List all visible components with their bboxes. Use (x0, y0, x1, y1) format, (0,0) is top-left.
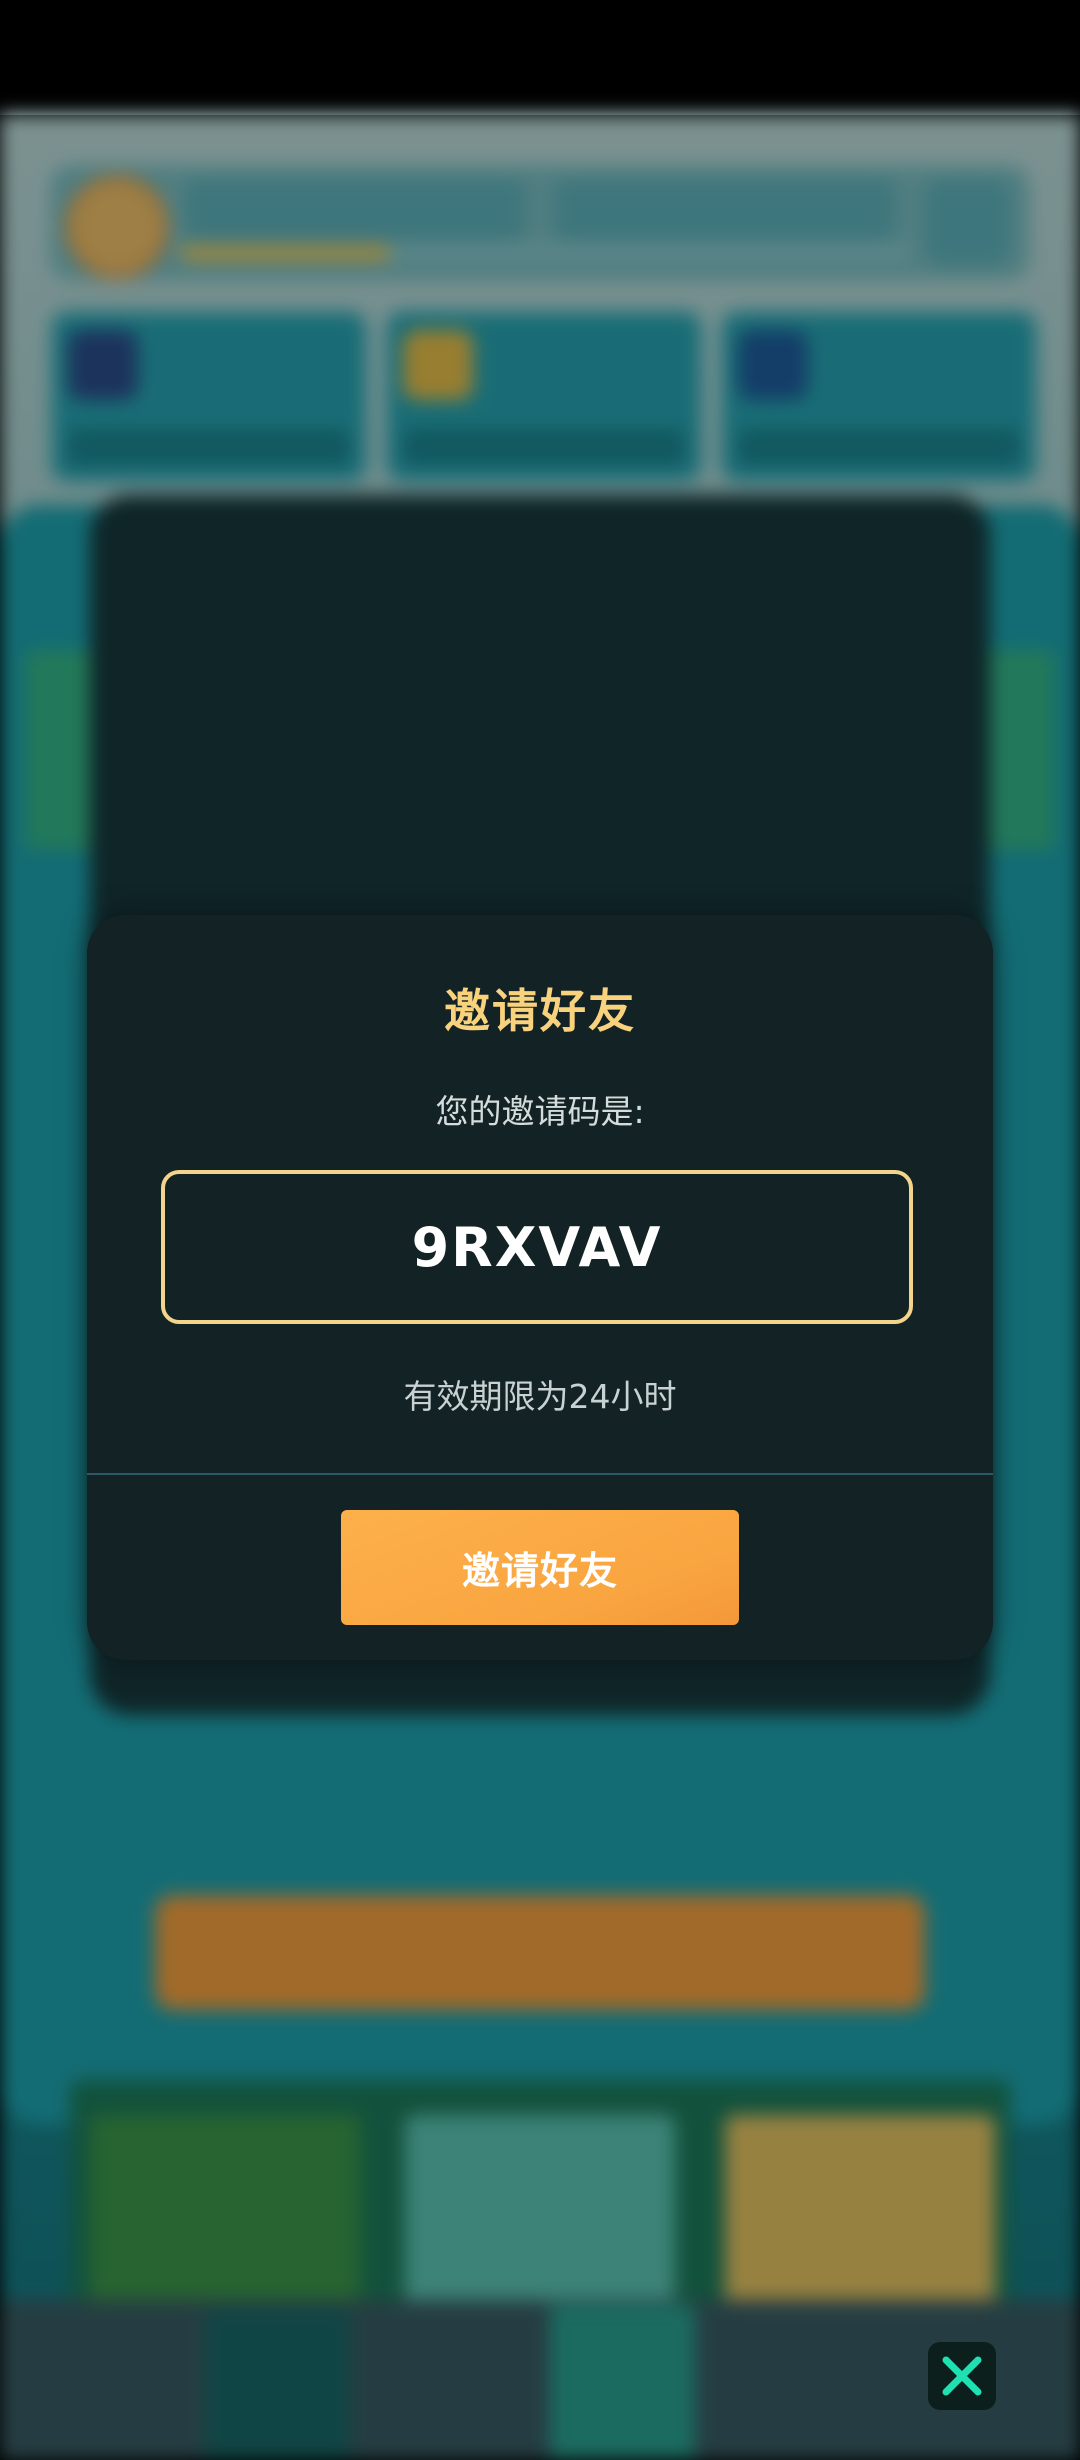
modal-title: 邀请好友 (444, 984, 636, 1038)
status-bar (0, 0, 1080, 115)
divider (87, 1473, 993, 1475)
close-icon (942, 2356, 982, 2396)
invite-code-box[interactable]: 9RXVAV (161, 1170, 913, 1324)
close-button[interactable] (928, 2342, 996, 2410)
invite-friends-button[interactable]: 邀请好友 (341, 1510, 739, 1625)
validity-text: 有效期限为24小时 (403, 1377, 677, 1416)
invite-code-value[interactable]: 9RXVAV (412, 1216, 663, 1279)
invite-modal: 邀请好友 您的邀请码是: 9RXVAV 有效期限为24小时 邀请好友 (87, 915, 993, 1660)
invite-code-label: 您的邀请码是: (435, 1092, 645, 1131)
